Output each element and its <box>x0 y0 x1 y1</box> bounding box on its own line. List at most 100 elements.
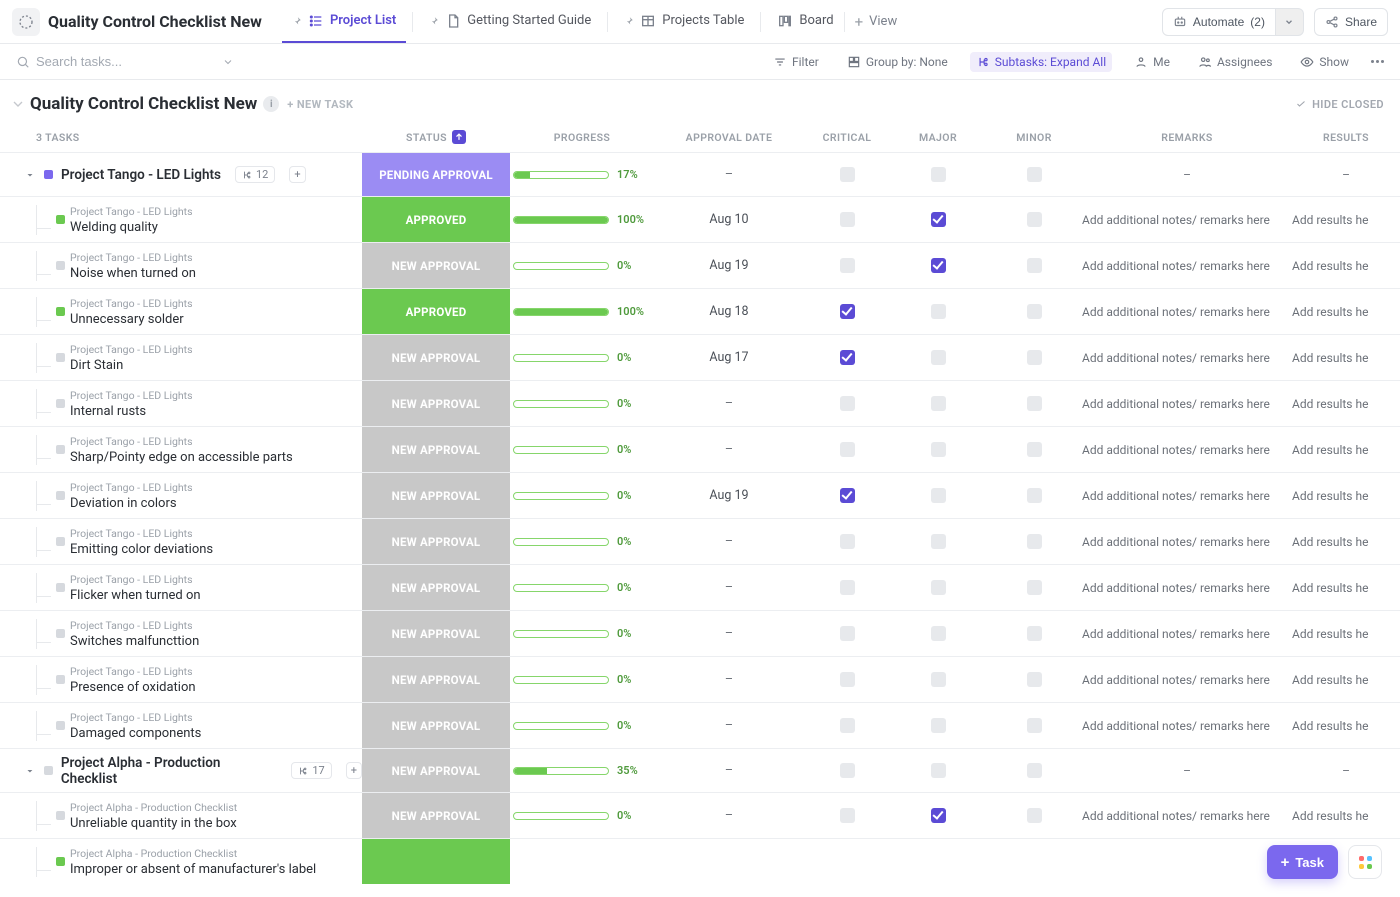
group-row[interactable]: Project Tango - LED Lights 12 + PENDING … <box>0 152 1400 196</box>
checkbox[interactable] <box>931 808 946 823</box>
checkbox[interactable] <box>840 718 855 733</box>
checkbox[interactable] <box>1027 718 1042 733</box>
status-square[interactable] <box>56 629 65 638</box>
tab-projects-table[interactable]: Projects Table <box>614 0 754 43</box>
checkbox[interactable] <box>1027 442 1042 457</box>
result-cell[interactable]: Add results he <box>1292 535 1400 549</box>
tab-getting-started-guide[interactable]: Getting Started Guide <box>419 0 601 43</box>
checkbox[interactable] <box>931 350 946 365</box>
checkbox[interactable] <box>840 442 855 457</box>
group-row[interactable]: Project Alpha - Production Checklist 17 … <box>0 748 1400 792</box>
checkbox[interactable] <box>1027 672 1042 687</box>
checkbox[interactable] <box>840 167 855 182</box>
subtask-row[interactable]: Project Tango - LED Lights Switches malf… <box>0 610 1400 656</box>
tab-project-list[interactable]: Project List <box>282 0 406 43</box>
checkbox[interactable] <box>931 442 946 457</box>
checkbox[interactable] <box>931 304 946 319</box>
checkbox[interactable] <box>931 534 946 549</box>
remark-cell[interactable]: Add additional notes/ remarks here <box>1082 809 1292 823</box>
checkbox[interactable] <box>931 396 946 411</box>
subtask-count-chip[interactable]: 17 <box>291 762 331 779</box>
share-button[interactable]: Share <box>1314 8 1388 36</box>
subtask-row[interactable]: Project Tango - LED Lights Welding quali… <box>0 196 1400 242</box>
checkbox[interactable] <box>840 258 855 273</box>
subtask-row[interactable]: Project Tango - LED Lights Damaged compo… <box>0 702 1400 748</box>
status-square[interactable] <box>56 583 65 592</box>
result-cell[interactable]: – <box>1292 764 1400 778</box>
status-square[interactable] <box>56 491 65 500</box>
progress-cell[interactable]: 0% <box>510 489 654 502</box>
checkbox[interactable] <box>931 580 946 595</box>
subtask-row[interactable]: Project Tango - LED Lights Noise when tu… <box>0 242 1400 288</box>
checkbox[interactable] <box>1027 350 1042 365</box>
status-cell[interactable]: PENDING APPROVAL <box>362 153 510 196</box>
remark-cell[interactable]: Add additional notes/ remarks here <box>1082 719 1292 733</box>
result-cell[interactable]: Add results he <box>1292 305 1400 319</box>
checkbox[interactable] <box>1027 488 1042 503</box>
checkbox[interactable] <box>1027 167 1042 182</box>
assignees-button[interactable]: Assignees <box>1192 52 1278 72</box>
status-cell[interactable]: APPROVED <box>362 197 510 242</box>
automate-dropdown[interactable] <box>1276 8 1304 36</box>
date-cell[interactable]: – <box>654 442 804 457</box>
result-cell[interactable]: Add results he <box>1292 351 1400 365</box>
add-subtask-chip[interactable]: + <box>289 166 305 183</box>
more-icon[interactable] <box>1371 60 1384 63</box>
result-cell[interactable]: Add results he <box>1292 397 1400 411</box>
automate-button[interactable]: Automate (2) <box>1162 8 1276 36</box>
status-square[interactable] <box>56 537 65 546</box>
show-button[interactable]: Show <box>1294 52 1355 72</box>
workspace-logo[interactable] <box>12 8 40 36</box>
subtask-row[interactable]: Project Tango - LED Lights Sharp/Pointy … <box>0 426 1400 472</box>
progress-cell[interactable]: 35% <box>510 764 654 777</box>
subtask-row[interactable]: Project Tango - LED Lights Internal rust… <box>0 380 1400 426</box>
status-cell[interactable] <box>362 839 510 884</box>
result-cell[interactable]: Add results he <box>1292 673 1400 687</box>
progress-cell[interactable]: 0% <box>510 627 654 640</box>
th-approval-date[interactable]: APPROVAL DATE <box>654 131 804 144</box>
status-cell[interactable]: NEW APPROVAL <box>362 381 510 426</box>
subtask-row[interactable]: Project Alpha - Production Checklist Imp… <box>0 838 1400 884</box>
checkbox[interactable] <box>931 488 946 503</box>
sort-indicator-icon[interactable] <box>452 130 466 144</box>
filter-button[interactable]: Filter <box>767 52 825 72</box>
remark-cell[interactable]: Add additional notes/ remarks here <box>1082 213 1292 227</box>
status-square[interactable] <box>56 307 65 316</box>
checkbox[interactable] <box>840 763 855 778</box>
date-cell[interactable]: – <box>654 396 804 411</box>
checkbox[interactable] <box>840 396 855 411</box>
subtask-count-chip[interactable]: 12 <box>235 166 275 183</box>
status-square[interactable] <box>44 170 53 179</box>
tab-board[interactable]: Board <box>767 0 843 43</box>
checkbox[interactable] <box>840 808 855 823</box>
me-button[interactable]: Me <box>1128 52 1176 72</box>
progress-cell[interactable]: 0% <box>510 443 654 456</box>
checkbox[interactable] <box>840 672 855 687</box>
checkbox[interactable] <box>840 488 855 503</box>
status-cell[interactable]: NEW APPROVAL <box>362 335 510 380</box>
caret-down-icon[interactable] <box>24 765 36 777</box>
remark-cell[interactable]: Add additional notes/ remarks here <box>1082 351 1292 365</box>
date-cell[interactable]: – <box>654 626 804 641</box>
checkbox[interactable] <box>931 212 946 227</box>
checkbox[interactable] <box>1027 580 1042 595</box>
status-cell[interactable]: NEW APPROVAL <box>362 703 510 748</box>
progress-cell[interactable]: 0% <box>510 351 654 364</box>
status-cell[interactable]: NEW APPROVAL <box>362 519 510 564</box>
subtask-row[interactable]: Project Tango - LED Lights Emitting colo… <box>0 518 1400 564</box>
progress-cell[interactable]: 100% <box>510 305 654 318</box>
search-input[interactable] <box>36 54 186 69</box>
remark-cell[interactable]: Add additional notes/ remarks here <box>1082 443 1292 457</box>
status-cell[interactable]: NEW APPROVAL <box>362 427 510 472</box>
progress-cell[interactable]: 0% <box>510 719 654 732</box>
remark-cell[interactable]: – <box>1082 168 1292 182</box>
date-cell[interactable]: – <box>654 580 804 595</box>
chevron-down-icon[interactable] <box>222 56 234 68</box>
progress-cell[interactable]: 100% <box>510 213 654 226</box>
th-progress[interactable]: PROGRESS <box>510 131 654 144</box>
status-cell[interactable]: NEW APPROVAL <box>362 565 510 610</box>
hide-closed-button[interactable]: HIDE CLOSED <box>1295 98 1384 111</box>
subtask-row[interactable]: Project Tango - LED Lights Unnecessary s… <box>0 288 1400 334</box>
result-cell[interactable]: Add results he <box>1292 719 1400 733</box>
checkbox[interactable] <box>931 763 946 778</box>
